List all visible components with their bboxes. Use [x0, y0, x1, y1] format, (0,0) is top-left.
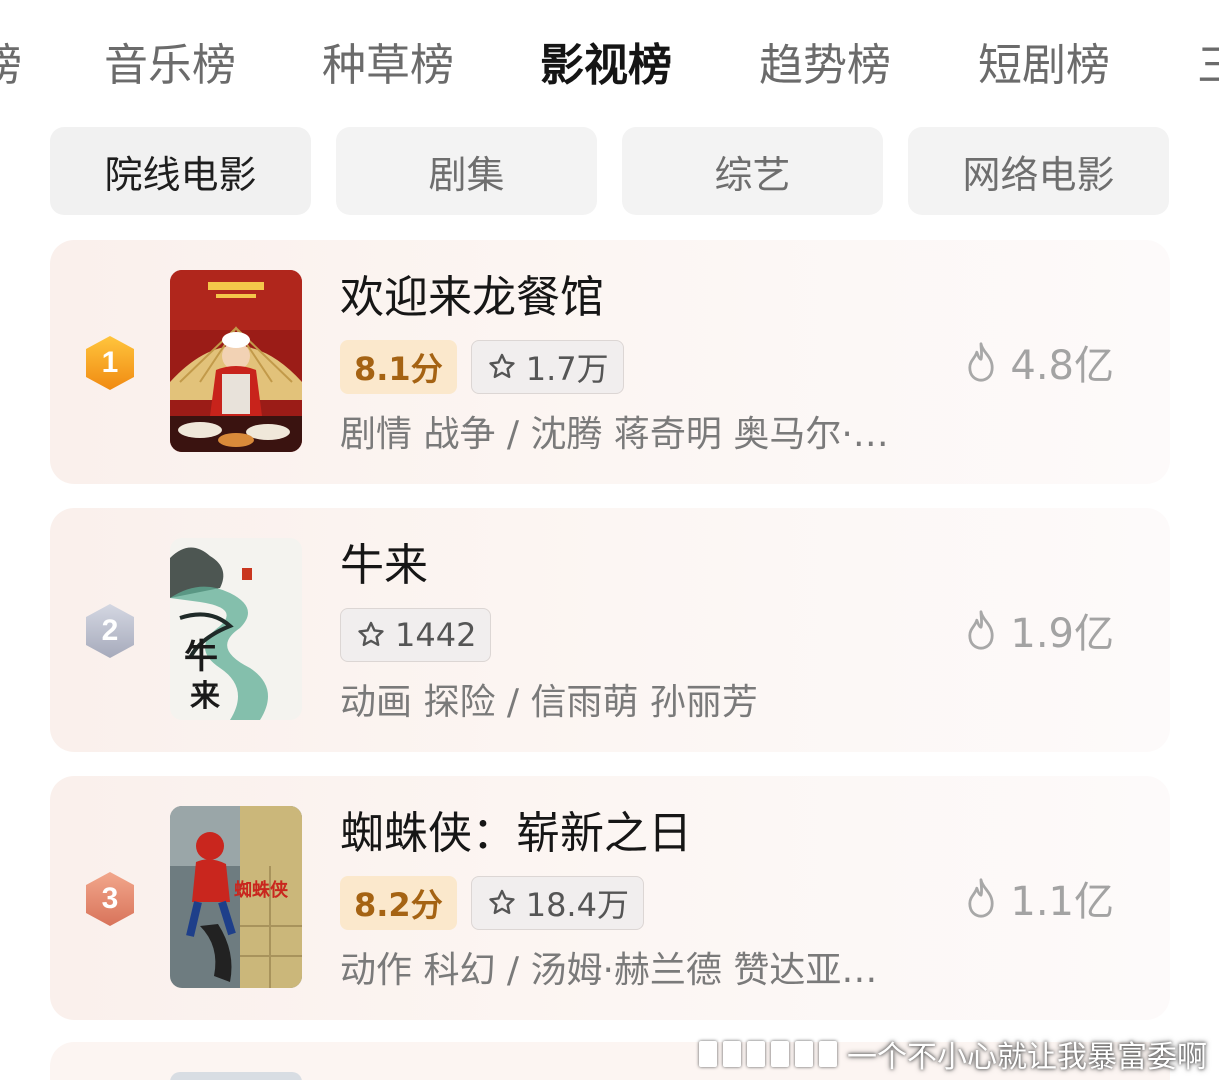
heat-number: 4.8亿 — [1010, 343, 1114, 389]
flame-icon — [968, 342, 994, 382]
flame-icon — [968, 878, 994, 918]
flame-icon — [968, 610, 994, 650]
movie-genre-cast: 动作 科幻 / 汤姆·赫兰德 赞达亚… — [340, 950, 878, 991]
spiderman-poster-image[interactable]: 蜘蛛侠 — [170, 806, 302, 988]
rating-badge: 8.1分 — [340, 340, 457, 394]
tab-film-tv-chart[interactable]: 影视榜 — [540, 36, 672, 96]
svg-text:来: 来 — [190, 679, 220, 714]
chef-poster-image[interactable] — [170, 270, 302, 452]
watermark-text: 一个不小心就让我暴富委啊 — [847, 1040, 1207, 1075]
rank-badge: 2 — [83, 602, 137, 660]
heat-number: 1.9亿 — [1010, 611, 1114, 657]
heat-value: 1.1亿 — [964, 868, 1114, 928]
rank-number: 1 — [101, 346, 119, 379]
sub-tab-theatrical-movies[interactable]: 院线电影 — [50, 127, 311, 215]
tab-partial-left[interactable]: 榜 — [0, 36, 22, 96]
movie-list-item[interactable]: 1 欢迎来龙餐馆 8.1分 1.7万 剧情 战争 / 沈腾 蒋奇明 奥马尔·… — [50, 240, 1170, 484]
want-count: 1442 — [395, 616, 477, 654]
rating-badge: 8.2分 — [340, 876, 457, 930]
tab-partial-right[interactable]: 三 — [1197, 36, 1219, 96]
rank-badge: 1 — [83, 334, 137, 392]
sub-tab-variety[interactable]: 综艺 — [622, 127, 883, 215]
movie-title[interactable]: 牛来 — [340, 536, 428, 596]
movie-genre-cast: 剧情 战争 / 沈腾 蒋奇明 奥马尔·… — [340, 414, 889, 455]
heat-value: 4.8亿 — [964, 332, 1114, 392]
movie-badges: 8.1分 1.7万 — [340, 340, 624, 396]
star-icon — [489, 889, 515, 915]
sub-category-tabs: 院线电影 剧集 综艺 网络电影 — [50, 127, 1170, 215]
svg-text:蜘蛛侠: 蜘蛛侠 — [234, 879, 289, 901]
want-to-see-badge[interactable]: 1.7万 — [470, 340, 624, 394]
movie-badges: 8.2分 18.4万 — [340, 876, 644, 932]
movie-list-item[interactable]: 2 牛 来 牛来 1442 动画 探险 / 信雨萌 孙丽芳 1.9亿 — [50, 508, 1170, 752]
sub-tab-web-movies[interactable]: 网络电影 — [908, 127, 1169, 215]
tab-trend-chart[interactable]: 趋势榜 — [759, 36, 891, 96]
movie-list-item[interactable]: 3 蜘蛛侠 蜘蛛侠：崭新之日 8.2分 18.4万 动作 科幻 / 汤姆·赫兰德… — [50, 776, 1170, 1020]
movie-title[interactable]: 欢迎来龙餐馆 — [340, 268, 604, 328]
want-count: 18.4万 — [525, 886, 629, 924]
want-count: 1.7万 — [525, 350, 609, 388]
star-icon — [489, 353, 515, 379]
rank-badge: 3 — [83, 870, 137, 928]
rank-number: 3 — [101, 882, 119, 915]
tab-grass-chart[interactable]: 种草榜 — [322, 36, 454, 96]
tab-short-drama-chart[interactable]: 短剧榜 — [978, 36, 1110, 96]
star-icon — [358, 621, 384, 647]
watermark-bars — [699, 1041, 837, 1067]
ink-landscape-poster-image[interactable]: 牛 来 — [170, 538, 302, 720]
movie-genre-cast: 动画 探险 / 信雨萌 孙丽芳 — [340, 682, 758, 723]
heat-value: 1.9亿 — [964, 600, 1114, 660]
rank-number: 2 — [101, 614, 119, 647]
sub-tab-series[interactable]: 剧集 — [336, 127, 597, 215]
svg-text:牛: 牛 — [184, 637, 218, 677]
tab-music-chart[interactable]: 音乐榜 — [104, 36, 236, 96]
watermark: 一个不小心就让我暴富委啊 — [699, 1032, 1207, 1076]
movie-title[interactable]: 蜘蛛侠：崭新之日 — [340, 804, 692, 864]
want-to-see-badge[interactable]: 1442 — [340, 608, 492, 662]
want-to-see-badge[interactable]: 18.4万 — [470, 876, 644, 930]
movie-badges: 1442 — [340, 608, 492, 664]
chart-category-tabs: 榜 音乐榜 种草榜 影视榜 趋势榜 短剧榜 三 — [0, 0, 1219, 120]
heat-number: 1.1亿 — [1010, 879, 1114, 925]
poster-image-partial — [170, 1072, 302, 1080]
